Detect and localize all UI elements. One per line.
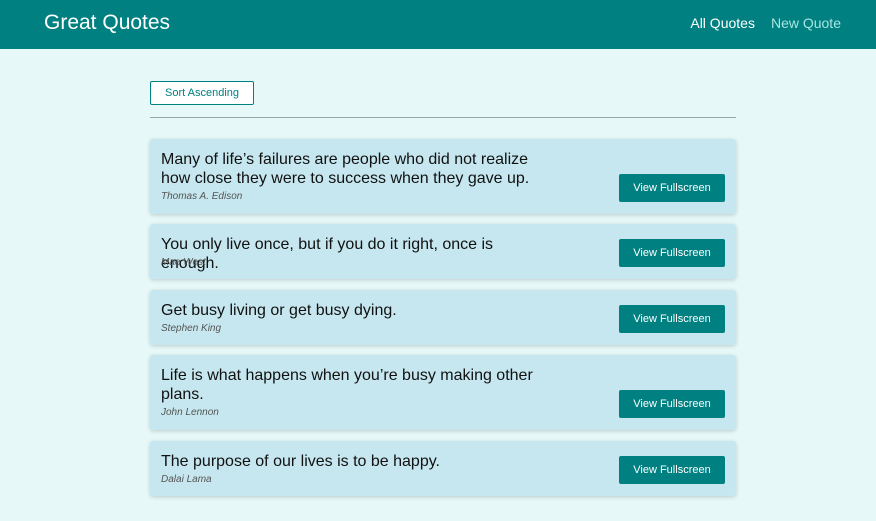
- main-nav: All Quotes New Quote: [690, 14, 841, 32]
- view-fullscreen-button[interactable]: View Fullscreen: [619, 239, 725, 267]
- sort-ascending-button[interactable]: Sort Ascending: [150, 81, 254, 105]
- nav-new-quote-link[interactable]: New Quote: [771, 14, 841, 32]
- quote-card: Life is what happens when you’re busy ma…: [150, 355, 736, 430]
- quote-card: You only live once, but if you do it rig…: [150, 224, 736, 279]
- quote-card: Get busy living or get busy dying. Steph…: [150, 290, 736, 345]
- quote-card: The purpose of our lives is to be happy.…: [150, 441, 736, 496]
- app-title[interactable]: Great Quotes: [44, 10, 170, 36]
- view-fullscreen-button[interactable]: View Fullscreen: [619, 456, 725, 484]
- view-fullscreen-button[interactable]: View Fullscreen: [619, 305, 725, 333]
- quote-card: Many of life’s failures are people who d…: [150, 139, 736, 214]
- quote-author: John Lennon: [161, 407, 219, 418]
- quote-author: Stephen King: [161, 323, 222, 334]
- quote-text: Get busy living or get busy dying.: [161, 302, 397, 319]
- nav-all-quotes-link[interactable]: All Quotes: [690, 14, 755, 32]
- quote-author: Dalai Lama: [161, 474, 212, 485]
- quote-text: You only live once, but if you do it rig…: [161, 236, 494, 272]
- divider: [150, 117, 736, 118]
- view-fullscreen-button[interactable]: View Fullscreen: [619, 174, 725, 202]
- quote-text: Life is what happens when you’re busy ma…: [161, 367, 533, 403]
- top-navbar: Great Quotes All Quotes New Quote: [0, 0, 876, 49]
- quote-author: Mae West: [161, 257, 206, 268]
- quote-author: Thomas A. Edison: [161, 191, 243, 202]
- view-fullscreen-button[interactable]: View Fullscreen: [619, 390, 725, 418]
- quote-text: The purpose of our lives is to be happy.: [161, 453, 440, 470]
- quote-text: Many of life’s failures are people who d…: [161, 151, 530, 187]
